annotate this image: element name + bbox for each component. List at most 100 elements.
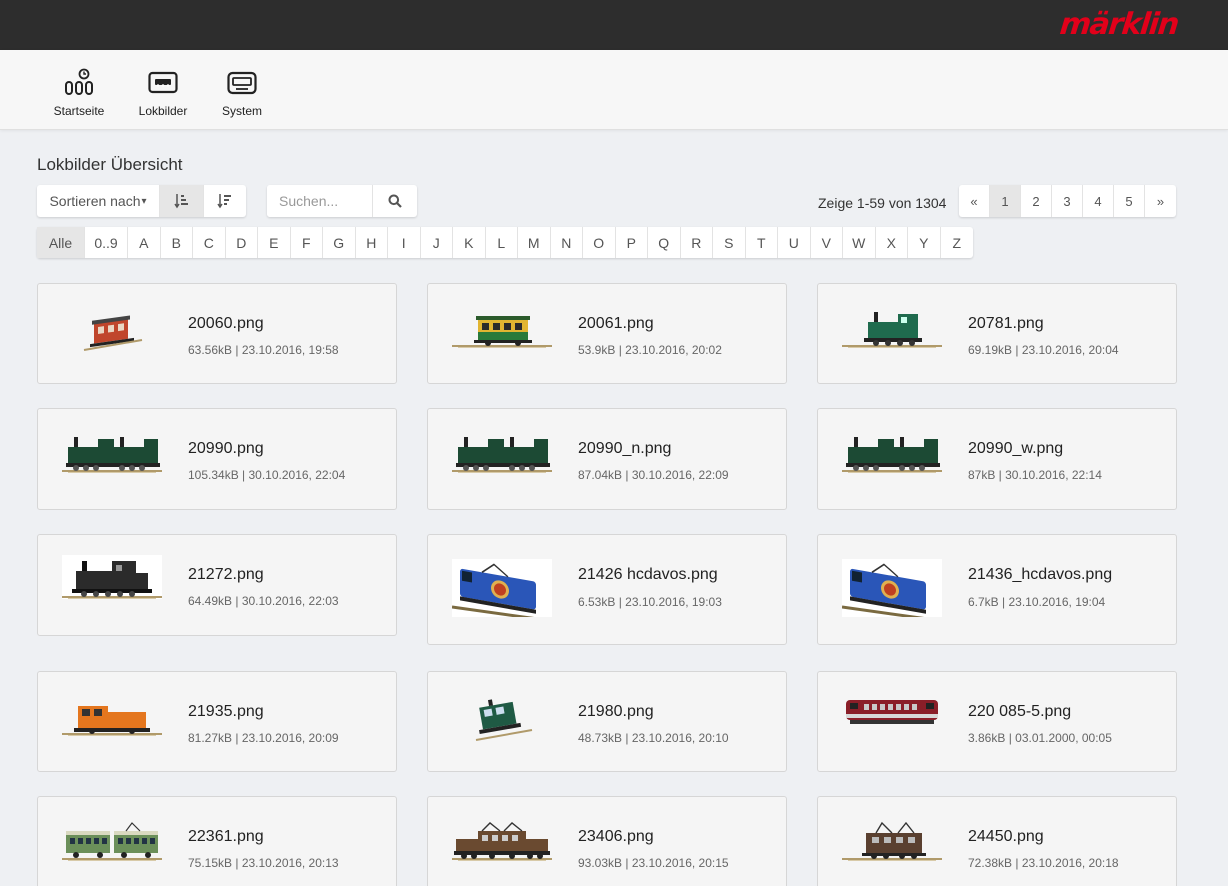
search-input[interactable]: [267, 185, 373, 217]
letter-filter-button[interactable]: Alle: [37, 227, 85, 258]
page-title: Lokbilder Übersicht: [37, 155, 183, 174]
image-filename: 21935.png: [188, 703, 264, 720]
nav-label: Lokbilder: [138, 104, 188, 118]
page-button[interactable]: 1: [990, 185, 1021, 217]
marklin-logo[interactable]: märklin: [1058, 7, 1179, 42]
letter-filter-button[interactable]: M: [518, 227, 551, 258]
locomotive-icon: [148, 71, 178, 94]
image-meta: 75.15kB | 23.10.2016, 20:13: [188, 856, 339, 870]
letter-filter-button[interactable]: 0..9: [85, 227, 128, 258]
page-button[interactable]: 3: [1052, 185, 1083, 217]
image-card[interactable]: 23406.png 93.03kB | 23.10.2016, 20:15: [427, 796, 787, 886]
letter-filter-button[interactable]: Z: [941, 227, 974, 258]
sort-descending-button[interactable]: [204, 185, 246, 217]
image-card[interactable]: 21426 hcdavos.png 6.53kB | 23.10.2016, 19…: [427, 534, 787, 645]
letter-filter-button[interactable]: Y: [908, 227, 941, 258]
pagination: «1 2 3 4 5»: [959, 185, 1176, 217]
image-filename: 20990_w.png: [968, 440, 1064, 457]
image-filename: 21426 hcdavos.png: [578, 566, 718, 583]
nav-startseite[interactable]: Startseite: [53, 68, 105, 118]
search-button[interactable]: [373, 185, 417, 217]
locomotive-thumbnail: [62, 437, 162, 473]
sort-ascending-button[interactable]: [160, 185, 204, 217]
image-meta: 87.04kB | 30.10.2016, 22:09: [578, 468, 729, 482]
image-filename: 20990_n.png: [578, 440, 672, 457]
sort-controls: Sortieren nach ▾: [37, 185, 246, 217]
locomotive-thumbnail: [452, 822, 552, 861]
image-meta: 81.27kB | 23.10.2016, 20:09: [188, 731, 339, 745]
letter-filter-button[interactable]: C: [193, 227, 226, 258]
letter-filter-button[interactable]: T: [746, 227, 778, 258]
image-meta: 53.9kB | 23.10.2016, 20:02: [578, 343, 722, 357]
letter-filter-button[interactable]: N: [551, 227, 583, 258]
image-filename: 21436_hcdavos.png: [968, 566, 1113, 583]
image-card[interactable]: 220 085-5.png 3.86kB | 03.01.2000, 00:05: [817, 671, 1177, 772]
image-card[interactable]: 22361.png 75.15kB | 23.10.2016, 20:13: [37, 796, 397, 886]
page-button[interactable]: 5: [1114, 185, 1145, 217]
letter-filter-button[interactable]: W: [843, 227, 876, 258]
image-filename: 220 085-5.png: [968, 703, 1072, 720]
locomotive-thumbnail: [842, 312, 942, 348]
image-meta: 72.38kB | 23.10.2016, 20:18: [968, 856, 1119, 870]
letter-filter-button[interactable]: D: [226, 227, 258, 258]
image-filename: 23406.png: [578, 828, 654, 845]
locomotive-thumbnail: [842, 437, 942, 473]
image-card[interactable]: 20990_n.png 87.04kB | 30.10.2016, 22:09: [427, 408, 787, 510]
chevron-down-icon: ▾: [141, 195, 147, 207]
locomotive-thumbnail: [62, 706, 162, 736]
letter-filter-button[interactable]: E: [258, 227, 291, 258]
letter-filter-button[interactable]: X: [876, 227, 908, 258]
home-icon: [65, 68, 93, 95]
letter-filter-button[interactable]: S: [713, 227, 746, 258]
image-card[interactable]: 20781.png 69.19kB | 23.10.2016, 20:04: [817, 283, 1177, 384]
sort-descending-icon: [217, 194, 231, 209]
letter-filter-button[interactable]: G: [323, 227, 356, 258]
page-button[interactable]: 2: [1021, 185, 1052, 217]
letter-filter-button[interactable]: I: [388, 227, 421, 258]
locomotive-thumbnail: [83, 315, 143, 351]
letter-filter-button[interactable]: F: [291, 227, 323, 258]
letter-filter-button[interactable]: P: [616, 227, 648, 258]
locomotive-thumbnail: [62, 822, 162, 861]
letter-filter-button[interactable]: H: [356, 227, 388, 258]
system-icon: [227, 71, 257, 95]
page-button[interactable]: 4: [1083, 185, 1114, 217]
letter-filter-button[interactable]: U: [778, 227, 811, 258]
letter-filter-button[interactable]: A: [128, 227, 161, 258]
image-filename: 20781.png: [968, 315, 1044, 332]
image-filename: 21980.png: [578, 703, 654, 720]
page-prev-button[interactable]: «: [959, 185, 990, 217]
image-card[interactable]: 20061.png 53.9kB | 23.10.2016, 20:02: [427, 283, 787, 384]
image-meta: 87kB | 30.10.2016, 22:14: [968, 468, 1102, 482]
image-meta: 69.19kB | 23.10.2016, 20:04: [968, 343, 1119, 357]
letter-filter-button[interactable]: O: [583, 227, 616, 258]
image-filename: 22361.png: [188, 828, 264, 845]
image-card[interactable]: 21272.png 64.49kB | 30.10.2016, 22:03: [37, 534, 397, 636]
letter-filter-button[interactable]: J: [421, 227, 453, 258]
image-card[interactable]: 20990.png 105.34kB | 30.10.2016, 22:04: [37, 408, 397, 510]
letter-filter-button[interactable]: B: [161, 227, 193, 258]
alphabet-filter: Alle 0..9 A B C D E F G H I J K L M N O P Q R S T U V W X Y Z: [37, 227, 973, 258]
image-card[interactable]: 20990_w.png 87kB | 30.10.2016, 22:14: [817, 408, 1177, 510]
image-card[interactable]: 20060.png 63.56kB | 23.10.2016, 19:58: [37, 283, 397, 384]
result-count: Zeige 1-59 von 1304: [818, 195, 947, 211]
image-card[interactable]: 24450.png 72.38kB | 23.10.2016, 20:18: [817, 796, 1177, 886]
letter-filter-button[interactable]: V: [811, 227, 843, 258]
image-filename: 24450.png: [968, 828, 1044, 845]
image-meta: 48.73kB | 23.10.2016, 20:10: [578, 731, 729, 745]
sort-dropdown[interactable]: Sortieren nach ▾: [37, 185, 160, 217]
letter-filter-button[interactable]: K: [453, 227, 486, 258]
image-card[interactable]: 21980.png 48.73kB | 23.10.2016, 20:10: [427, 671, 787, 772]
nav-label: Startseite: [53, 104, 105, 118]
nav-lokbilder[interactable]: Lokbilder: [136, 68, 190, 118]
image-card[interactable]: 21436_hcdavos.png 6.7kB | 23.10.2016, 19:…: [817, 534, 1177, 645]
locomotive-thumbnail: [475, 699, 533, 741]
image-card[interactable]: 21935.png 81.27kB | 23.10.2016, 20:09: [37, 671, 397, 772]
page-next-button[interactable]: »: [1145, 185, 1176, 217]
letter-filter-button[interactable]: R: [681, 227, 713, 258]
nav-system[interactable]: System: [219, 68, 265, 118]
letter-filter-button[interactable]: Q: [648, 227, 681, 258]
locomotive-thumbnail: [452, 437, 552, 473]
image-meta: 64.49kB | 30.10.2016, 22:03: [188, 594, 339, 608]
letter-filter-button[interactable]: L: [486, 227, 518, 258]
